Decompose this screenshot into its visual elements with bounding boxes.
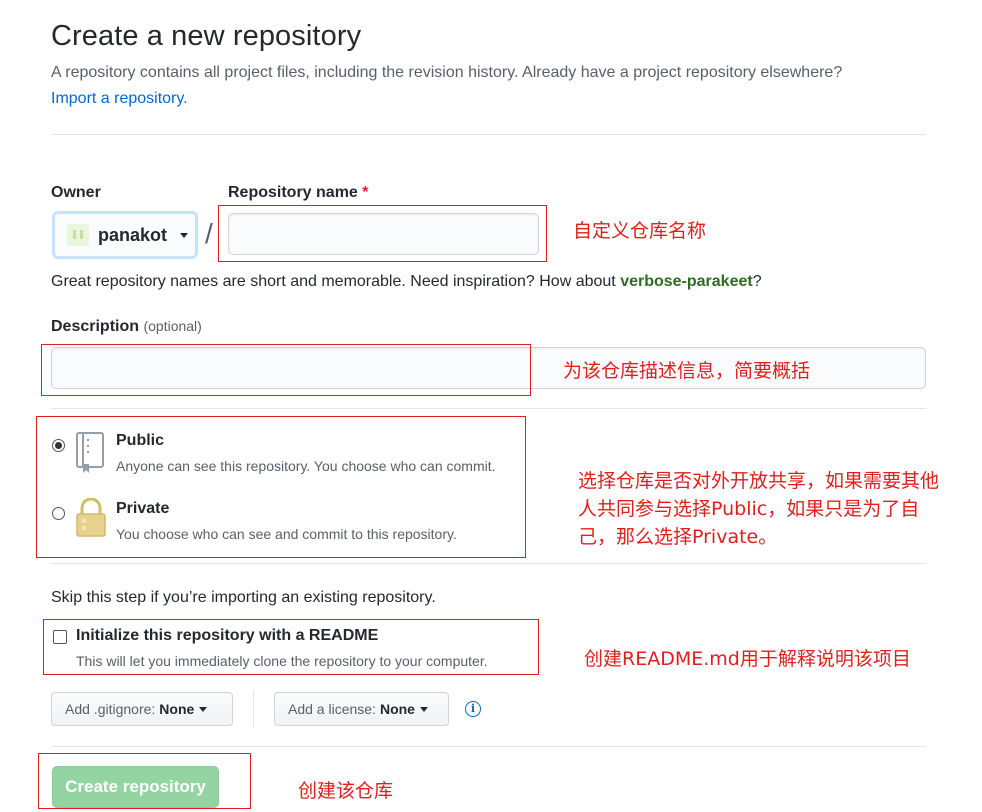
- chevron-down-icon: [180, 232, 189, 238]
- annotation-visibility-2: 人共同参与选择Public，如果只是为了自: [578, 498, 920, 520]
- description-label-text: Description: [51, 318, 140, 335]
- readme-label[interactable]: Initialize this repository with a README: [76, 627, 378, 645]
- annotation-description: 为该仓库描述信息，简要概括: [563, 360, 811, 382]
- import-repository-link[interactable]: Import a repository.: [51, 90, 188, 108]
- license-label: Add a license:: [288, 701, 376, 717]
- header-divider: [51, 134, 926, 135]
- visibility-divider: [51, 563, 926, 564]
- hint-text: Great repository names are short and mem…: [51, 273, 621, 290]
- description-divider: [51, 408, 926, 409]
- lock-icon: [76, 498, 106, 537]
- annotation-name: 自定义仓库名称: [573, 220, 707, 242]
- repo-name-hint: Great repository names are short and mem…: [51, 273, 762, 291]
- license-select[interactable]: Add a license: None: [274, 692, 449, 726]
- private-desc: You choose who can see and commit to thi…: [116, 526, 457, 542]
- owner-select-button[interactable]: panakot: [52, 211, 198, 259]
- create-repository-button[interactable]: Create repository: [52, 766, 219, 808]
- gitignore-select[interactable]: Add .gitignore: None: [51, 692, 233, 726]
- license-value: None: [379, 701, 415, 717]
- gitignore-label: Add .gitignore:: [65, 701, 156, 717]
- select-divider: [253, 690, 254, 728]
- name-suggestion[interactable]: verbose-parakeet: [620, 273, 753, 290]
- public-radio[interactable]: [52, 439, 65, 452]
- avatar: [67, 224, 89, 246]
- private-title: Private: [116, 500, 170, 517]
- annotation-visibility-3: 己，那么选择Private。: [578, 526, 778, 548]
- private-radio[interactable]: [52, 507, 65, 520]
- annotation-readme: 创建README.md用于解释说明该项目: [584, 648, 911, 670]
- repo-name-input[interactable]: [228, 213, 539, 255]
- page-title: Create a new repository: [51, 20, 362, 52]
- public-title: Public: [116, 432, 165, 449]
- chevron-down-icon: [419, 706, 428, 712]
- chevron-down-icon: [199, 706, 208, 712]
- required-mark: *: [362, 184, 369, 201]
- annotation-create: 创建该仓库: [298, 780, 394, 802]
- owner-name: panakot: [98, 224, 168, 245]
- skip-note: Skip this step if you’re importing an ex…: [51, 589, 436, 606]
- gitignore-value: None: [159, 701, 195, 717]
- description-label: Description (optional): [51, 318, 202, 336]
- readme-desc: This will let you immediately clone the …: [76, 653, 488, 669]
- owner-repo-separator: /: [205, 218, 213, 249]
- page-subtitle: A repository contains all project files,…: [51, 64, 843, 81]
- repo-name-label-text: Repository name: [228, 184, 358, 201]
- hint-end: ?: [752, 273, 762, 290]
- owner-label: Owner: [51, 184, 101, 201]
- public-desc: Anyone can see this repository. You choo…: [116, 458, 496, 474]
- info-icon[interactable]: i: [465, 701, 481, 717]
- repo-book-icon: [76, 432, 104, 473]
- repo-name-label: Repository name *: [228, 184, 369, 202]
- annotation-visibility-1: 选择仓库是否对外开放共享，如果需要其他: [578, 470, 940, 492]
- optional-note: (optional): [143, 318, 202, 334]
- readme-checkbox[interactable]: [53, 630, 67, 644]
- init-divider: [51, 746, 926, 747]
